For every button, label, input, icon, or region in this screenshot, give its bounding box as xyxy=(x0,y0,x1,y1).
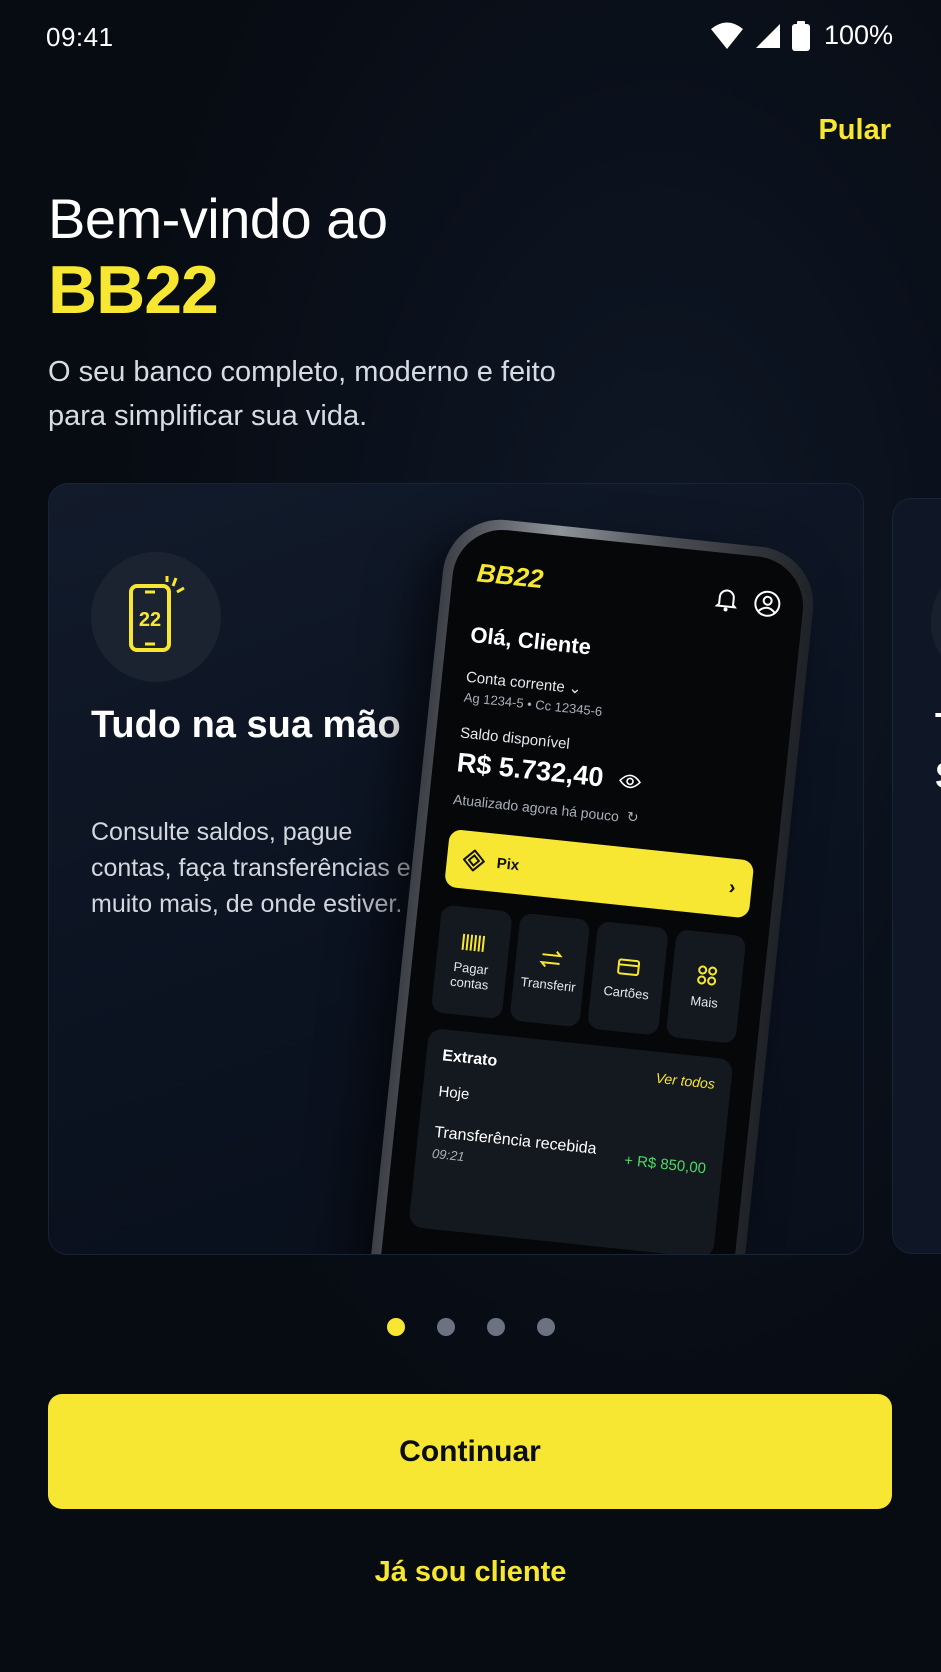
continue-button[interactable]: Continuar xyxy=(48,1394,892,1509)
mock-greeting: Olá, Cliente xyxy=(469,621,593,660)
status-time: 09:41 xyxy=(46,22,114,52)
mock-statement-title: Extrato xyxy=(441,1047,499,1070)
page-dot[interactable] xyxy=(437,1318,455,1336)
feature-description: Consulte saldos, pague contas, faça tran… xyxy=(91,818,411,918)
hero-title: Bem-vindo ao xyxy=(48,187,388,250)
wifi-icon xyxy=(710,22,743,49)
next-card-title-peek: T xyxy=(935,705,941,747)
skip-button[interactable]: Pular xyxy=(818,114,891,147)
mock-tx-amount: + R$ 850,00 xyxy=(623,1151,707,1178)
mock-action-label: Pagar contas xyxy=(449,959,490,993)
card-icon xyxy=(617,957,641,976)
transfer-icon xyxy=(539,950,563,967)
chevron-right-icon: › xyxy=(727,875,737,899)
next-card-title-peek-2: S xyxy=(935,755,941,797)
mock-action-label: Transferir xyxy=(519,973,577,995)
page-dot[interactable] xyxy=(487,1318,505,1336)
barcode-icon xyxy=(461,933,486,953)
status-icons: 100% xyxy=(710,20,893,51)
battery-icon xyxy=(791,20,810,51)
page-dot[interactable] xyxy=(537,1318,555,1336)
hero-subtitle: O seu banco completo, moderno e feito pa… xyxy=(48,356,556,432)
hero: Bem-vindo ao BB22 O seu banco completo, … xyxy=(48,186,568,438)
mock-statement: Extrato Ver todos Hoje Transferência rec… xyxy=(408,1027,734,1254)
mock-day-label: Hoje xyxy=(437,1083,471,1104)
feature-badge: 22 xyxy=(91,552,221,682)
status-bar: 09:41 100% xyxy=(0,0,941,76)
bell-icon xyxy=(714,589,738,611)
carousel-pagination xyxy=(387,1318,555,1336)
profile-icon xyxy=(754,590,781,617)
mock-logo: BB22 xyxy=(475,557,545,595)
svg-text:22: 22 xyxy=(139,609,161,631)
feature-title: Tudo na sua mão xyxy=(91,704,401,746)
pix-icon xyxy=(462,849,486,872)
mock-action-pay: Pagar contas xyxy=(430,904,513,1020)
carousel-card-next[interactable]: T S xyxy=(892,498,941,1254)
eye-icon xyxy=(619,774,642,788)
refresh-icon: ↻ xyxy=(626,808,640,826)
onboarding-screen: 09:41 100% Pular Bem-vindo ao BB22 O seu… xyxy=(0,0,941,1672)
mock-header: BB22 xyxy=(475,557,783,620)
battery-percent: 100% xyxy=(823,20,893,50)
mock-action-label: Mais xyxy=(689,992,719,1011)
page-dot-active[interactable] xyxy=(387,1318,405,1336)
signal-icon xyxy=(755,23,780,48)
mock-action-cards: Cartões xyxy=(587,920,669,1036)
mock-action-more: Mais xyxy=(665,929,747,1044)
mock-see-all: Ver todos xyxy=(654,1069,716,1092)
phone-22-icon: 22 xyxy=(129,576,185,652)
mock-account-number: Cc 12345-6 xyxy=(534,697,603,720)
grid-icon xyxy=(696,964,717,985)
mock-transaction: Transferência recebida 09:21 + R$ 850,00 xyxy=(431,1124,707,1189)
already-client-link[interactable]: Já sou cliente xyxy=(0,1556,941,1589)
mock-agency: Ag 1234-5 xyxy=(463,689,525,711)
next-card-badge xyxy=(931,577,941,667)
mock-pix-label: Pix xyxy=(495,854,521,874)
chevron-down-icon: ⌄ xyxy=(567,679,583,698)
carousel-card[interactable]: 22 Tudo na sua mão Consulte saldos, pagu… xyxy=(48,483,864,1255)
mock-actions: Pagar contas Transferir Cartões Mais xyxy=(430,904,747,1044)
mock-phone: BB22 Olá, Cliente Conta corrente ⌄ Ag 12… xyxy=(359,514,819,1254)
mock-action-transfer: Transferir xyxy=(508,912,591,1028)
mock-updated: Atualizado agora há pouco xyxy=(452,790,620,824)
mock-pix-button: Pix › xyxy=(444,828,755,919)
mock-action-label: Cartões xyxy=(602,982,650,1002)
mock-phone-screen: BB22 Olá, Cliente Conta corrente ⌄ Ag 12… xyxy=(370,524,808,1254)
hero-brand: BB22 xyxy=(48,252,219,328)
